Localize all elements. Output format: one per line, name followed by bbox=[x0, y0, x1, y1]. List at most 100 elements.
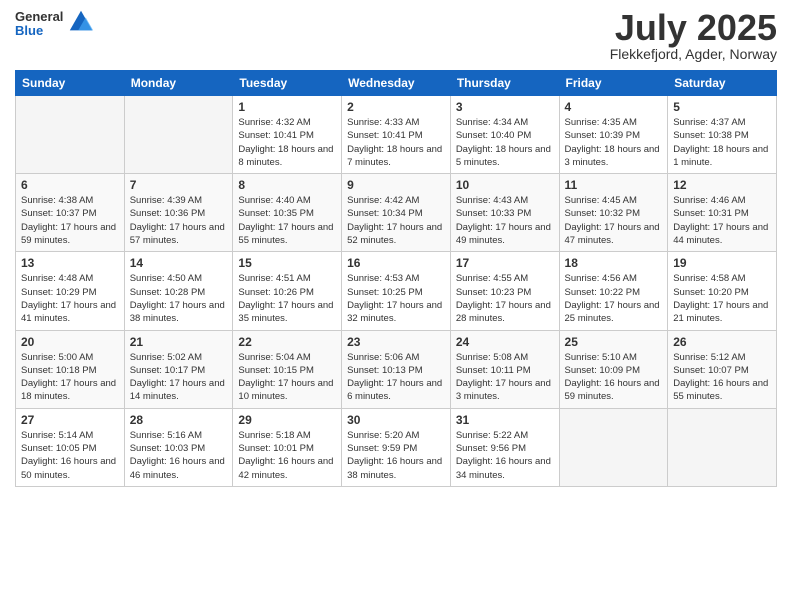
day-number: 8 bbox=[238, 178, 336, 192]
logo-general: General bbox=[15, 10, 63, 24]
weekday-header: Wednesday bbox=[342, 71, 451, 96]
calendar-header-row: SundayMondayTuesdayWednesdayThursdayFrid… bbox=[16, 71, 777, 96]
day-info: Sunrise: 4:48 AM Sunset: 10:29 PM Daylig… bbox=[21, 272, 119, 325]
calendar-cell: 16 Sunrise: 4:53 AM Sunset: 10:25 PM Dayl… bbox=[342, 252, 451, 330]
calendar-cell: 25Sunrise: 5:10 AM Sunset: 10:09 PM Dayl… bbox=[559, 330, 668, 408]
logo-icon bbox=[67, 8, 95, 36]
calendar-cell: 11 Sunrise: 4:45 AM Sunset: 10:32 PM Dayl… bbox=[559, 174, 668, 252]
day-info: Sunrise: 4:43 AM Sunset: 10:33 PM Daylig… bbox=[456, 194, 554, 247]
day-number: 18 bbox=[565, 256, 663, 270]
day-info: Sunrise: 5:20 AM Sunset: 9:59 PM Dayligh… bbox=[347, 429, 445, 482]
day-number: 19 bbox=[673, 256, 771, 270]
day-info: Sunrise: 4:55 AM Sunset: 10:23 PM Daylig… bbox=[456, 272, 554, 325]
calendar-cell: 5 Sunrise: 4:37 AM Sunset: 10:38 PM Dayli… bbox=[668, 96, 777, 174]
calendar-cell: 7 Sunrise: 4:39 AM Sunset: 10:36 PM Dayli… bbox=[124, 174, 233, 252]
day-info: Sunrise: 5:00 AM Sunset: 10:18 PM Daylig… bbox=[21, 351, 119, 404]
day-number: 9 bbox=[347, 178, 445, 192]
calendar-week-row: 6Sunrise: 4:38 AM Sunset: 10:37 PM Dayli… bbox=[16, 174, 777, 252]
calendar-cell: 14 Sunrise: 4:50 AM Sunset: 10:28 PM Dayl… bbox=[124, 252, 233, 330]
weekday-header: Thursday bbox=[450, 71, 559, 96]
calendar-cell: 26Sunrise: 5:12 AM Sunset: 10:07 PM Dayl… bbox=[668, 330, 777, 408]
calendar-cell: 24 Sunrise: 5:08 AM Sunset: 10:11 PM Dayl… bbox=[450, 330, 559, 408]
calendar-cell: 30 Sunrise: 5:20 AM Sunset: 9:59 PM Dayli… bbox=[342, 408, 451, 486]
day-info: Sunrise: 4:46 AM Sunset: 10:31 PM Daylig… bbox=[673, 194, 771, 247]
calendar-cell: 15 Sunrise: 4:51 AM Sunset: 10:26 PM Dayl… bbox=[233, 252, 342, 330]
logo: General Blue bbox=[15, 10, 95, 39]
weekday-header: Monday bbox=[124, 71, 233, 96]
day-number: 2 bbox=[347, 100, 445, 114]
day-number: 12 bbox=[673, 178, 771, 192]
day-number: 5 bbox=[673, 100, 771, 114]
day-info: Sunrise: 4:35 AM Sunset: 10:39 PM Daylig… bbox=[565, 116, 663, 169]
day-info: Sunrise: 4:58 AM Sunset: 10:20 PM Daylig… bbox=[673, 272, 771, 325]
day-info: Sunrise: 5:18 AM Sunset: 10:01 PM Daylig… bbox=[238, 429, 336, 482]
calendar-cell: 2 Sunrise: 4:33 AM Sunset: 10:41 PM Dayli… bbox=[342, 96, 451, 174]
day-number: 17 bbox=[456, 256, 554, 270]
calendar-cell: 4 Sunrise: 4:35 AM Sunset: 10:39 PM Dayli… bbox=[559, 96, 668, 174]
day-info: Sunrise: 5:04 AM Sunset: 10:15 PM Daylig… bbox=[238, 351, 336, 404]
day-info: Sunrise: 4:32 AM Sunset: 10:41 PM Daylig… bbox=[238, 116, 336, 169]
weekday-header: Tuesday bbox=[233, 71, 342, 96]
day-info: Sunrise: 5:06 AM Sunset: 10:13 PM Daylig… bbox=[347, 351, 445, 404]
day-number: 3 bbox=[456, 100, 554, 114]
day-info: Sunrise: 5:02 AM Sunset: 10:17 PM Daylig… bbox=[130, 351, 228, 404]
calendar-cell: 12 Sunrise: 4:46 AM Sunset: 10:31 PM Dayl… bbox=[668, 174, 777, 252]
day-info: Sunrise: 5:16 AM Sunset: 10:03 PM Daylig… bbox=[130, 429, 228, 482]
calendar-cell: 8 Sunrise: 4:40 AM Sunset: 10:35 PM Dayli… bbox=[233, 174, 342, 252]
day-number: 7 bbox=[130, 178, 228, 192]
page: General Blue July 2025 Flekkefjord, Agde… bbox=[0, 0, 792, 612]
day-number: 24 bbox=[456, 335, 554, 349]
day-number: 1 bbox=[238, 100, 336, 114]
calendar-cell: 20 Sunrise: 5:00 AM Sunset: 10:18 PM Dayl… bbox=[16, 330, 125, 408]
logo-text: General Blue bbox=[15, 10, 63, 39]
day-number: 16 bbox=[347, 256, 445, 270]
day-number: 21 bbox=[130, 335, 228, 349]
day-info: Sunrise: 5:12 AM Sunset: 10:07 PM Daylig… bbox=[673, 351, 771, 404]
calendar-cell: 3 Sunrise: 4:34 AM Sunset: 10:40 PM Dayli… bbox=[450, 96, 559, 174]
title-location: Flekkefjord, Agder, Norway bbox=[610, 46, 777, 62]
day-number: 6 bbox=[21, 178, 119, 192]
day-info: Sunrise: 4:53 AM Sunset: 10:25 PM Daylig… bbox=[347, 272, 445, 325]
calendar-cell: 31Sunrise: 5:22 AM Sunset: 9:56 PM Dayli… bbox=[450, 408, 559, 486]
day-info: Sunrise: 4:42 AM Sunset: 10:34 PM Daylig… bbox=[347, 194, 445, 247]
day-number: 20 bbox=[21, 335, 119, 349]
calendar-cell: 21 Sunrise: 5:02 AM Sunset: 10:17 PM Dayl… bbox=[124, 330, 233, 408]
title-block: July 2025 Flekkefjord, Agder, Norway bbox=[610, 10, 777, 62]
day-info: Sunrise: 5:22 AM Sunset: 9:56 PM Dayligh… bbox=[456, 429, 554, 482]
day-number: 28 bbox=[130, 413, 228, 427]
day-number: 30 bbox=[347, 413, 445, 427]
weekday-header: Saturday bbox=[668, 71, 777, 96]
day-info: Sunrise: 4:45 AM Sunset: 10:32 PM Daylig… bbox=[565, 194, 663, 247]
calendar-week-row: 20 Sunrise: 5:00 AM Sunset: 10:18 PM Dayl… bbox=[16, 330, 777, 408]
day-info: Sunrise: 4:33 AM Sunset: 10:41 PM Daylig… bbox=[347, 116, 445, 169]
weekday-header: Friday bbox=[559, 71, 668, 96]
day-info: Sunrise: 4:34 AM Sunset: 10:40 PM Daylig… bbox=[456, 116, 554, 169]
day-info: Sunrise: 4:37 AM Sunset: 10:38 PM Daylig… bbox=[673, 116, 771, 169]
day-number: 15 bbox=[238, 256, 336, 270]
calendar-cell: 19 Sunrise: 4:58 AM Sunset: 10:20 PM Dayl… bbox=[668, 252, 777, 330]
calendar-cell bbox=[559, 408, 668, 486]
day-info: Sunrise: 4:51 AM Sunset: 10:26 PM Daylig… bbox=[238, 272, 336, 325]
calendar-cell bbox=[124, 96, 233, 174]
calendar-cell bbox=[16, 96, 125, 174]
calendar-week-row: 27Sunrise: 5:14 AM Sunset: 10:05 PM Dayl… bbox=[16, 408, 777, 486]
weekday-header: Sunday bbox=[16, 71, 125, 96]
day-number: 23 bbox=[347, 335, 445, 349]
day-info: Sunrise: 5:08 AM Sunset: 10:11 PM Daylig… bbox=[456, 351, 554, 404]
day-info: Sunrise: 4:39 AM Sunset: 10:36 PM Daylig… bbox=[130, 194, 228, 247]
day-info: Sunrise: 5:10 AM Sunset: 10:09 PM Daylig… bbox=[565, 351, 663, 404]
day-number: 11 bbox=[565, 178, 663, 192]
calendar-cell: 29Sunrise: 5:18 AM Sunset: 10:01 PM Dayl… bbox=[233, 408, 342, 486]
day-info: Sunrise: 4:56 AM Sunset: 10:22 PM Daylig… bbox=[565, 272, 663, 325]
day-number: 4 bbox=[565, 100, 663, 114]
day-number: 14 bbox=[130, 256, 228, 270]
title-month: July 2025 bbox=[610, 10, 777, 46]
day-info: Sunrise: 4:50 AM Sunset: 10:28 PM Daylig… bbox=[130, 272, 228, 325]
calendar-cell: 10 Sunrise: 4:43 AM Sunset: 10:33 PM Dayl… bbox=[450, 174, 559, 252]
calendar-cell: 22Sunrise: 5:04 AM Sunset: 10:15 PM Dayl… bbox=[233, 330, 342, 408]
logo-blue: Blue bbox=[15, 24, 63, 38]
day-number: 10 bbox=[456, 178, 554, 192]
calendar-cell: 28 Sunrise: 5:16 AM Sunset: 10:03 PM Dayl… bbox=[124, 408, 233, 486]
calendar-week-row: 13Sunrise: 4:48 AM Sunset: 10:29 PM Dayl… bbox=[16, 252, 777, 330]
day-info: Sunrise: 4:40 AM Sunset: 10:35 PM Daylig… bbox=[238, 194, 336, 247]
